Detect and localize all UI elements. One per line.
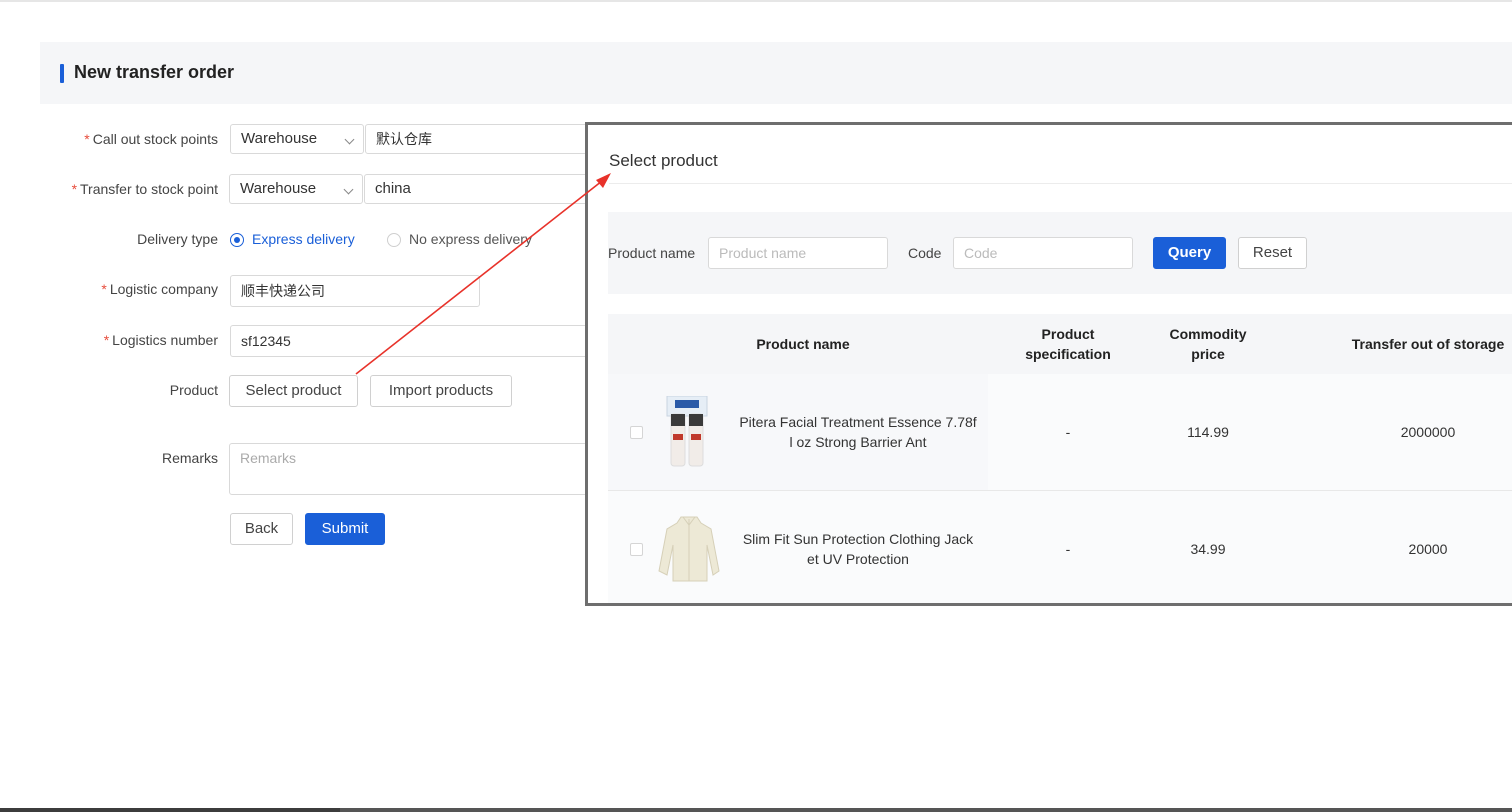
page-header: New transfer order (40, 42, 1512, 104)
call-out-type-value: Warehouse (241, 130, 318, 147)
jacket-image (658, 516, 720, 582)
transfer-to-type-value: Warehouse (240, 180, 317, 197)
remarks-textarea[interactable]: Remarks (229, 443, 595, 495)
delivery-type-label: Delivery type (137, 231, 218, 247)
logistic-company-label: * Logistic company (101, 281, 218, 297)
submit-button[interactable]: Submit (305, 513, 385, 545)
logistic-company-value: 顺丰快递公司 (241, 283, 325, 299)
essence-bottles-image (666, 396, 708, 467)
logistic-company-input[interactable]: 顺丰快递公司 (230, 275, 480, 307)
row-storage: 20000 (1408, 541, 1448, 557)
title-accent-bar (60, 64, 64, 83)
modal-title: Select product (609, 151, 718, 170)
row-spec: - (1065, 424, 1071, 440)
header-product-name: Product name (756, 336, 850, 352)
chevron-down-icon (343, 184, 354, 195)
row-price: 34.99 (1190, 541, 1226, 557)
product-name-filter-label: Product name (608, 245, 696, 261)
header-product-specification: Product specification (1025, 326, 1111, 362)
import-products-button[interactable]: Import products (370, 375, 512, 407)
transfer-to-stock-select[interactable]: china (364, 174, 595, 204)
call-out-stock-value: 默认仓库 (376, 131, 432, 147)
logistics-number-value: sf12345 (241, 333, 291, 349)
transfer-to-type-select[interactable]: Warehouse (229, 174, 363, 204)
express-delivery-label[interactable]: Express delivery (252, 231, 355, 247)
row-product-name: Pitera Facial Treatment Essence 7.78f l … (739, 414, 977, 450)
table-row[interactable]: Pitera Facial Treatment Essence 7.78f l … (608, 374, 1512, 491)
logistics-number-label: * Logistics number (103, 332, 218, 348)
code-filter-input[interactable]: Code (953, 237, 1133, 269)
row-storage: 2000000 (1400, 424, 1456, 440)
back-button[interactable]: Back (230, 513, 293, 545)
top-border (0, 0, 1512, 2)
remarks-label: Remarks (161, 450, 218, 466)
modal-divider (609, 183, 1512, 184)
table-row[interactable]: Slim Fit Sun Protection Clothing Jack et… (608, 491, 1512, 603)
query-button[interactable]: Query (1153, 237, 1226, 269)
transfer-to-stock-value: china (375, 180, 411, 197)
call-out-type-select[interactable]: Warehouse (230, 124, 364, 154)
reset-button[interactable]: Reset (1238, 237, 1307, 269)
no-express-delivery-radio[interactable] (387, 233, 401, 247)
product-name-filter-input[interactable]: Product name (708, 237, 888, 269)
page-title: New transfer order (74, 62, 235, 82)
select-product-modal: Select product Product name Product name… (585, 122, 1512, 606)
call-out-label: * Call out stock points (84, 131, 218, 147)
row-price: 114.99 (1187, 424, 1229, 440)
row-spec: - (1065, 541, 1071, 557)
header-commodity-price: Commodity price (1169, 326, 1247, 362)
select-product-button[interactable]: Select product (229, 375, 358, 407)
express-delivery-radio[interactable] (230, 233, 244, 247)
table-header: Product name Product specification Commo… (608, 314, 1512, 375)
chevron-down-icon (344, 134, 355, 145)
transfer-to-label: * Transfer to stock point (71, 181, 218, 197)
bottom-border-segment (0, 808, 340, 812)
product-label: Product (169, 382, 218, 398)
row-product-name: Slim Fit Sun Protection Clothing Jack et… (742, 531, 974, 567)
bottom-border (0, 808, 1512, 812)
filter-bar: Product name Product name Code Code Quer… (608, 212, 1512, 294)
no-express-delivery-label[interactable]: No express delivery (409, 231, 532, 247)
row-checkbox[interactable] (630, 426, 643, 439)
logistics-number-input[interactable]: sf12345 (230, 325, 595, 357)
code-filter-label: Code (908, 245, 942, 261)
call-out-stock-select[interactable]: 默认仓库 (365, 124, 595, 154)
row-checkbox[interactable] (630, 543, 643, 556)
header-transfer-out-storage: Transfer out of storage (1351, 336, 1505, 352)
